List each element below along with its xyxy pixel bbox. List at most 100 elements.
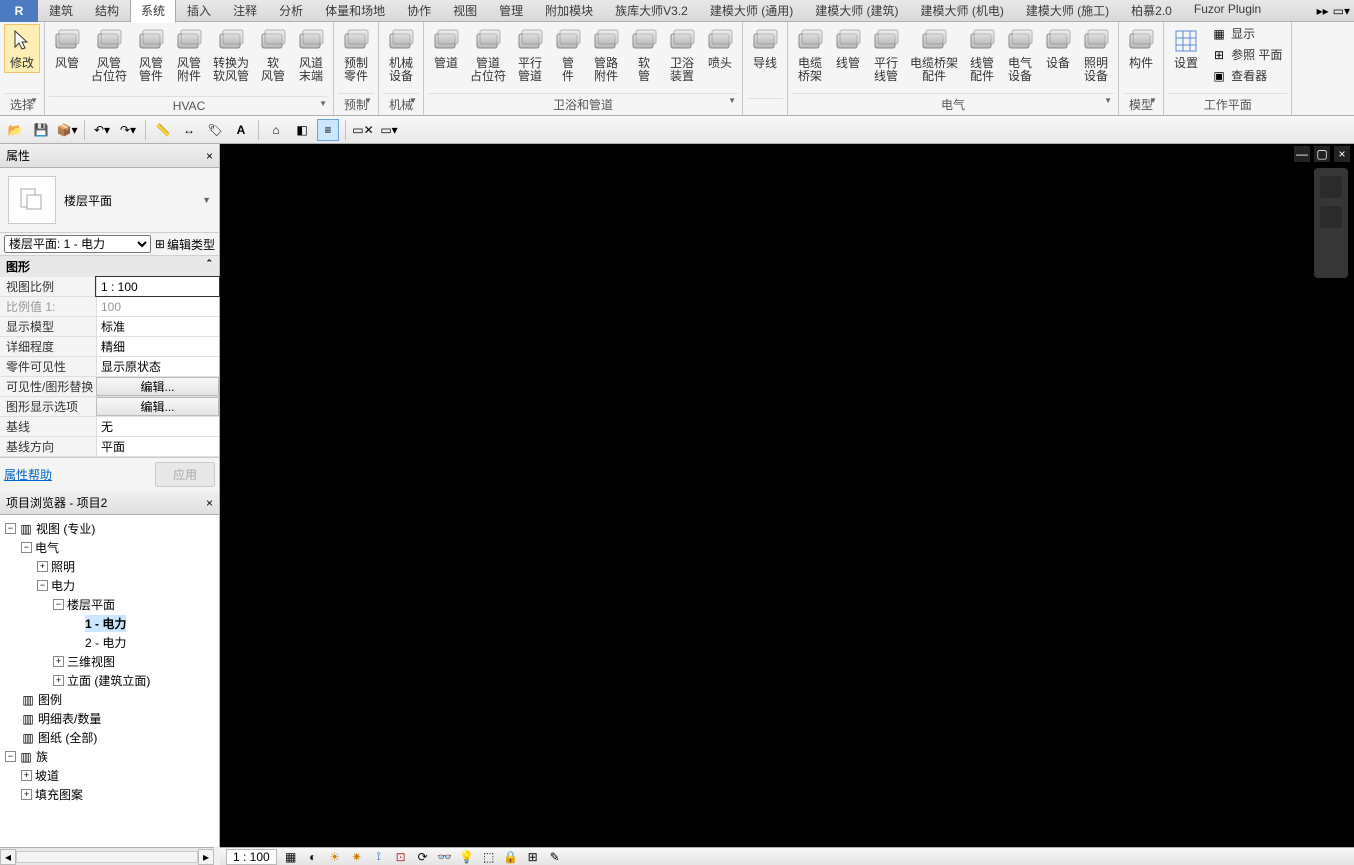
drawing-canvas[interactable]: — ▢ ×: [220, 144, 1354, 847]
tab-4[interactable]: 注释: [222, 0, 268, 23]
close-icon[interactable]: ×: [206, 149, 213, 163]
hvac-button-1[interactable]: 风管 占位符: [87, 24, 131, 86]
model-button-0[interactable]: 构件: [1123, 24, 1159, 73]
crop-view-icon[interactable]: ⟟: [371, 850, 387, 864]
tab-6[interactable]: 体量和场地: [314, 0, 396, 23]
analytical-icon[interactable]: ⊞: [525, 850, 541, 864]
prop-value-2[interactable]: 标准: [96, 317, 219, 336]
prop-value-5[interactable]: 编辑...: [96, 377, 219, 396]
tab-11[interactable]: 族库大师V3.2: [604, 0, 699, 23]
open-icon[interactable]: 📂: [4, 119, 26, 141]
tab-5[interactable]: 分析: [268, 0, 314, 23]
tree-twisty-icon[interactable]: +: [21, 789, 32, 800]
tree-item-3[interactable]: −电力: [2, 576, 217, 595]
scroll-right-icon[interactable]: ▸: [198, 849, 214, 865]
shadows-icon[interactable]: ✷: [349, 850, 365, 864]
prefab-button-0[interactable]: 预制 零件: [338, 24, 374, 86]
redo-icon[interactable]: ↷▾: [117, 119, 139, 141]
lock-3d-icon[interactable]: ⟳: [415, 850, 431, 864]
elec-button-4[interactable]: 线管 配件: [964, 24, 1000, 86]
tag-icon[interactable]: 🏷: [204, 119, 226, 141]
prop-value-0[interactable]: 1 : 100: [96, 277, 219, 296]
chevron-down-icon[interactable]: ▼: [202, 195, 211, 205]
tree-item-13[interactable]: +坡道: [2, 766, 217, 785]
highlight-icon[interactable]: ✎: [547, 850, 563, 864]
plumb-button-7[interactable]: 喷头: [702, 24, 738, 73]
tree-twisty-icon[interactable]: −: [37, 580, 48, 591]
package-icon[interactable]: 📦▾: [56, 119, 78, 141]
prop-value-3[interactable]: 精细: [96, 337, 219, 356]
detail-level-icon[interactable]: ▦: [283, 850, 299, 864]
hvac-button-6[interactable]: 风道 末端: [293, 24, 329, 86]
tab-7[interactable]: 协作: [396, 0, 442, 23]
tab-10[interactable]: 附加模块: [534, 0, 604, 23]
tree-item-14[interactable]: +填充图案: [2, 785, 217, 804]
tab-1[interactable]: 结构: [84, 0, 130, 23]
elec-button-3[interactable]: 电缆桥架 配件: [906, 24, 962, 86]
tree-item-6[interactable]: 2 - 电力: [2, 633, 217, 652]
modify-button[interactable]: 修改: [4, 24, 40, 73]
close-icon[interactable]: ×: [1334, 146, 1350, 162]
browser-scrollbar[interactable]: ◂ ▸: [0, 847, 214, 865]
prop-value-4[interactable]: 显示原状态: [96, 357, 219, 376]
prop-value-6[interactable]: 编辑...: [96, 397, 219, 416]
tree-twisty-icon[interactable]: −: [5, 523, 16, 534]
dimension-icon[interactable]: ↔: [178, 119, 200, 141]
tree-item-11[interactable]: ▥图纸 (全部): [2, 728, 217, 747]
properties-help-link[interactable]: 属性帮助: [4, 466, 52, 483]
plumb-button-5[interactable]: 软 管: [626, 24, 662, 86]
elec-button-0[interactable]: 电缆 桥架: [792, 24, 828, 86]
ref-plane-button[interactable]: ⊞参照 平面: [1206, 45, 1287, 65]
visual-style-icon[interactable]: ◐: [305, 850, 321, 864]
chevron-down-icon[interactable]: ▼: [319, 99, 327, 108]
plumb-button-4[interactable]: 管路 附件: [588, 24, 624, 86]
chevron-down-icon[interactable]: ▼: [728, 96, 736, 105]
tree-twisty-icon[interactable]: +: [37, 561, 48, 572]
chevron-down-icon[interactable]: ▼: [1104, 96, 1112, 105]
prop-value-7[interactable]: 无: [96, 417, 219, 436]
tree-item-4[interactable]: −楼层平面: [2, 595, 217, 614]
tab-9[interactable]: 管理: [488, 0, 534, 23]
type-selector[interactable]: 楼层平面: 1 - 电力: [4, 235, 151, 253]
tab-0[interactable]: 建筑: [38, 0, 84, 23]
tab-16[interactable]: 柏慕2.0: [1120, 0, 1183, 23]
elec-button-7[interactable]: 照明 设备: [1078, 24, 1114, 86]
tree-item-9[interactable]: ▥图例: [2, 690, 217, 709]
reveal-constraints-icon[interactable]: 🔒: [503, 850, 519, 864]
hvac-button-5[interactable]: 软 风管: [255, 24, 291, 86]
pan-icon[interactable]: [1320, 206, 1342, 228]
navigation-bar[interactable]: [1314, 168, 1348, 278]
project-browser-tree[interactable]: −▥视图 (专业)−电气+照明−电力−楼层平面1 - 电力2 - 电力+三维视图…: [0, 515, 219, 847]
tree-item-10[interactable]: ▥明细表/数量: [2, 709, 217, 728]
chevron-down-icon[interactable]: ▼: [30, 96, 38, 105]
viewer-button[interactable]: ▣查看器: [1206, 66, 1287, 86]
measure-icon[interactable]: 📏: [152, 119, 174, 141]
tree-item-8[interactable]: +立面 (建筑立面): [2, 671, 217, 690]
tab-17[interactable]: Fuzor Plugin: [1183, 0, 1272, 23]
tree-twisty-icon[interactable]: −: [21, 542, 32, 553]
chevron-down-icon[interactable]: ▼: [409, 96, 417, 105]
section-icon[interactable]: ◧: [291, 119, 313, 141]
tree-item-12[interactable]: −▥族: [2, 747, 217, 766]
undo-icon[interactable]: ↶▾: [91, 119, 113, 141]
prop-value-1[interactable]: 100: [96, 297, 219, 316]
switch-window-icon[interactable]: ▭▾: [378, 119, 400, 141]
close-view-icon[interactable]: ▭✕: [352, 119, 374, 141]
apply-button[interactable]: 应用: [155, 462, 215, 487]
tree-twisty-icon[interactable]: +: [53, 656, 64, 667]
wire-button-0[interactable]: 导线: [747, 24, 783, 73]
tree-twisty-icon[interactable]: −: [53, 599, 64, 610]
3d-icon[interactable]: ⌂: [265, 119, 287, 141]
plumb-button-1[interactable]: 管道 占位符: [466, 24, 510, 86]
tab-12[interactable]: 建模大师 (通用): [699, 0, 804, 23]
show-button[interactable]: ▦显示: [1206, 24, 1287, 44]
tree-twisty-icon[interactable]: −: [5, 751, 16, 762]
reveal-hidden-icon[interactable]: 💡: [459, 850, 475, 864]
props-section-graphics[interactable]: 图形⌃: [0, 256, 219, 277]
tab-14[interactable]: 建模大师 (机电): [910, 0, 1015, 23]
view-scale-button[interactable]: 1 : 100: [226, 849, 277, 865]
elec-button-2[interactable]: 平行 线管: [868, 24, 904, 86]
tree-item-0[interactable]: −▥视图 (专业): [2, 519, 217, 538]
tree-twisty-icon[interactable]: +: [21, 770, 32, 781]
maximize-icon[interactable]: ▢: [1314, 146, 1330, 162]
